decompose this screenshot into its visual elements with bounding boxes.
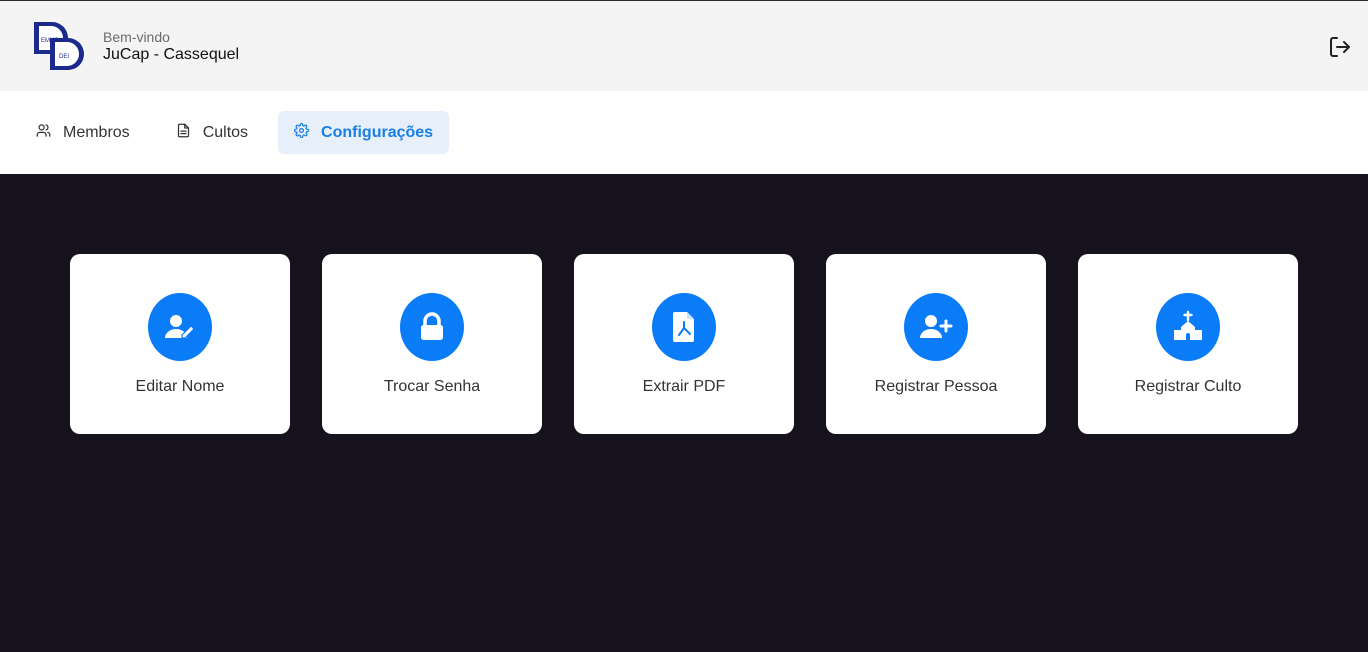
svg-text:EMUS: EMUS [41, 38, 58, 44]
tab-membros[interactable]: Membros [20, 111, 146, 154]
card-label: Registrar Culto [1134, 378, 1242, 395]
tab-label: Membros [63, 123, 130, 141]
register-person-card[interactable]: Registrar Pessoa [826, 254, 1046, 434]
welcome-label: Bem-vindo [103, 29, 170, 45]
user-edit-icon [148, 293, 212, 361]
user-plus-icon [904, 293, 968, 361]
users-icon [36, 123, 51, 143]
app-header: EMUS DEI Bem-vindo JuCap - Cassequel [0, 1, 1368, 91]
main-nav: Membros Cultos Configurações [0, 91, 1368, 174]
app-logo: EMUS DEI [32, 20, 84, 72]
card-label: Registrar Pessoa [874, 378, 998, 395]
church-icon [1156, 293, 1220, 361]
settings-cards: Editar Nome Trocar Senha Extrair PDF Reg… [70, 254, 1298, 434]
logout-icon[interactable] [1328, 35, 1352, 59]
document-icon [176, 123, 191, 143]
lock-icon [400, 293, 464, 361]
settings-content: Editar Nome Trocar Senha Extrair PDF Reg… [0, 174, 1368, 652]
user-name: JuCap - Cassequel [103, 46, 240, 63]
tab-configuracoes[interactable]: Configurações [278, 111, 450, 154]
welcome-block: Bem-vindo JuCap - Cassequel [103, 29, 239, 65]
edit-name-card[interactable]: Editar Nome [70, 254, 290, 434]
svg-text:DEI: DEI [59, 54, 69, 60]
card-label: Trocar Senha [383, 378, 481, 395]
card-label: Editar Nome [135, 378, 225, 395]
tab-cultos[interactable]: Cultos [160, 111, 264, 154]
pdf-file-icon [652, 293, 716, 361]
card-label: Extrair PDF [642, 378, 726, 395]
gear-icon [294, 122, 309, 143]
tab-label: Cultos [202, 123, 249, 141]
change-password-card[interactable]: Trocar Senha [322, 254, 542, 434]
register-service-card[interactable]: Registrar Culto [1078, 254, 1298, 434]
export-pdf-card[interactable]: Extrair PDF [574, 254, 794, 434]
tab-label: Configurações [321, 123, 434, 141]
